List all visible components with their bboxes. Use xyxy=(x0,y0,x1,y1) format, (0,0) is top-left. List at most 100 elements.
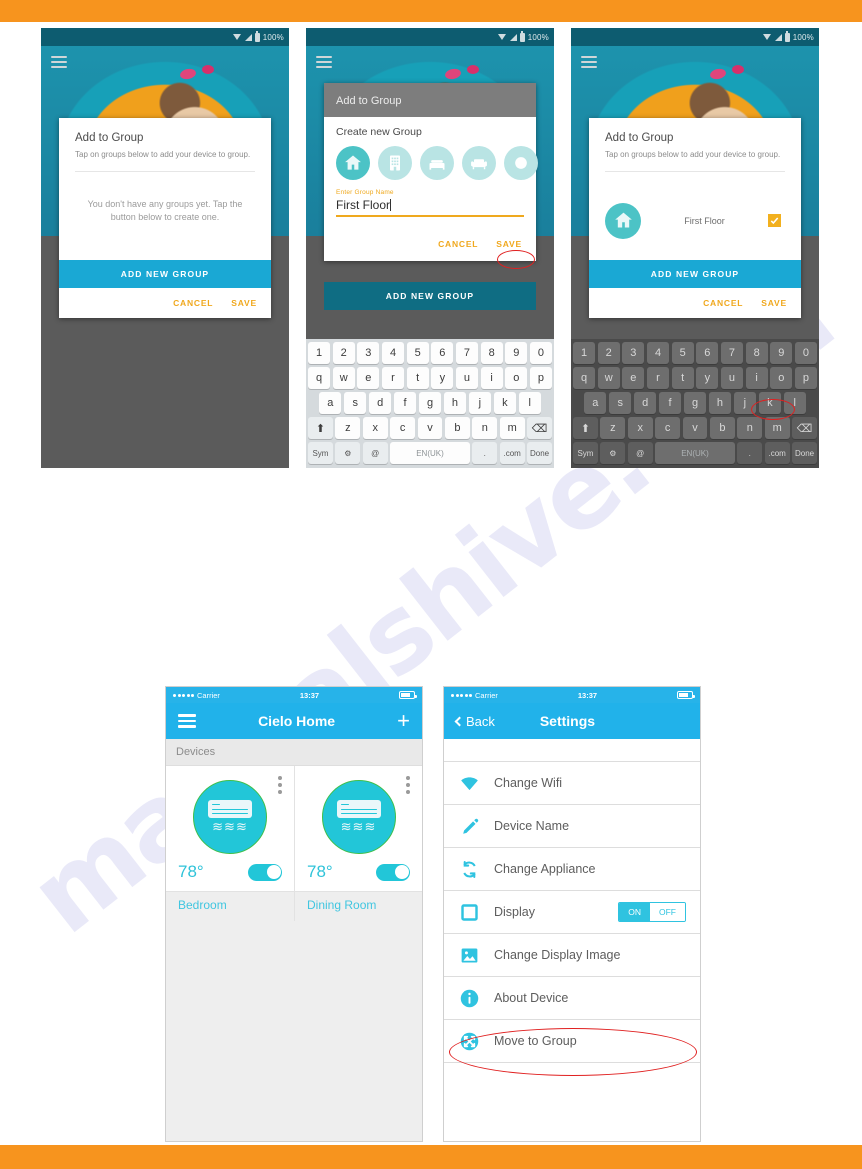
device-menu-icon-dining[interactable] xyxy=(406,776,410,794)
key-7[interactable]: 7 xyxy=(455,342,479,364)
menu-icon[interactable] xyxy=(178,714,196,728)
key-y[interactable]: y xyxy=(431,367,454,389)
key-e[interactable]: e xyxy=(357,367,380,389)
add-new-group-button-1[interactable]: ADD NEW GROUP xyxy=(59,259,271,288)
home-icon[interactable] xyxy=(336,146,370,180)
key-h[interactable]: h xyxy=(708,392,732,414)
key-t[interactable]: t xyxy=(406,367,429,389)
key-8[interactable]: 8 xyxy=(480,342,503,364)
shift-key[interactable]: ⬆ xyxy=(573,417,598,439)
done-key[interactable]: Done xyxy=(792,442,817,464)
key-z[interactable]: z xyxy=(335,417,361,439)
key-i[interactable]: i xyxy=(480,367,503,389)
toggle-off-option[interactable]: OFF xyxy=(650,903,685,921)
building-icon[interactable] xyxy=(378,146,412,180)
add-device-button[interactable]: + xyxy=(397,710,410,732)
period-key[interactable]: . xyxy=(737,442,763,464)
dotcom-key[interactable]: .com xyxy=(764,442,790,464)
key-t[interactable]: t xyxy=(671,367,694,389)
key-x[interactable]: x xyxy=(362,417,388,439)
key-u[interactable]: u xyxy=(455,367,479,389)
dotcom-key[interactable]: .com xyxy=(499,442,525,464)
menu-icon-1[interactable] xyxy=(51,56,67,68)
key-e[interactable]: e xyxy=(622,367,645,389)
key-n[interactable]: n xyxy=(737,417,763,439)
key-k[interactable]: k xyxy=(758,392,782,414)
key-d[interactable]: d xyxy=(633,392,657,414)
shift-key[interactable]: ⬆ xyxy=(308,417,333,439)
space-key[interactable]: EN(UK) xyxy=(390,442,470,464)
android-keyboard-2[interactable]: 1 2 3 4 5 6 7 8 9 0 q w e r t y u i o p … xyxy=(306,339,554,468)
key-3[interactable]: 3 xyxy=(622,342,645,364)
key-b[interactable]: b xyxy=(444,417,470,439)
key-6[interactable]: 6 xyxy=(431,342,454,364)
key-q[interactable]: q xyxy=(572,367,596,389)
save-button-3[interactable]: SAVE xyxy=(761,298,787,308)
key-6[interactable]: 6 xyxy=(696,342,719,364)
key-n[interactable]: n xyxy=(472,417,498,439)
toggle-on-option[interactable]: ON xyxy=(619,903,650,921)
key-f[interactable]: f xyxy=(658,392,682,414)
key-j[interactable]: j xyxy=(733,392,757,414)
key-2[interactable]: 2 xyxy=(332,342,355,364)
key-b[interactable]: b xyxy=(709,417,735,439)
key-m[interactable]: m xyxy=(499,417,525,439)
key-1[interactable]: 1 xyxy=(572,342,596,364)
key-p[interactable]: p xyxy=(794,367,818,389)
settings-item-change-display-image[interactable]: Change Display Image xyxy=(444,933,700,976)
key-8[interactable]: 8 xyxy=(745,342,768,364)
key-s[interactable]: s xyxy=(608,392,632,414)
cancel-button-1[interactable]: CANCEL xyxy=(173,298,213,308)
key-v[interactable]: v xyxy=(417,417,443,439)
add-new-group-button-2[interactable]: ADD NEW GROUP xyxy=(324,282,536,310)
key-k[interactable]: k xyxy=(493,392,517,414)
key-y[interactable]: y xyxy=(696,367,719,389)
sym-key[interactable]: Sym xyxy=(573,442,598,464)
key-9[interactable]: 9 xyxy=(770,342,793,364)
key-9[interactable]: 9 xyxy=(505,342,528,364)
key-p[interactable]: p xyxy=(529,367,553,389)
backspace-key[interactable]: ⌫ xyxy=(527,417,553,439)
key-0[interactable]: 0 xyxy=(529,342,553,364)
save-button-1[interactable]: SAVE xyxy=(231,298,257,308)
period-key[interactable]: . xyxy=(472,442,498,464)
key-q[interactable]: q xyxy=(307,367,331,389)
key-i[interactable]: i xyxy=(745,367,768,389)
key-j[interactable]: j xyxy=(468,392,492,414)
settings-item-change-appliance[interactable]: Change Appliance xyxy=(444,847,700,890)
key-4[interactable]: 4 xyxy=(646,342,670,364)
device-power-toggle-dining[interactable] xyxy=(376,863,410,881)
settings-item-change-wifi[interactable]: Change Wifi xyxy=(444,761,700,804)
key-d[interactable]: d xyxy=(368,392,392,414)
key-g[interactable]: g xyxy=(683,392,707,414)
key-c[interactable]: c xyxy=(655,417,681,439)
android-keyboard-3[interactable]: 1 2 3 4 5 6 7 8 9 0 q w e r t y u i o p … xyxy=(571,339,819,468)
add-new-group-button-3[interactable]: ADD NEW GROUP xyxy=(589,259,801,288)
at-key[interactable]: @ xyxy=(362,442,388,464)
save-button-2[interactable]: SAVE xyxy=(496,239,522,249)
key-4[interactable]: 4 xyxy=(381,342,405,364)
done-key[interactable]: Done xyxy=(527,442,552,464)
key-w[interactable]: w xyxy=(332,367,355,389)
back-button[interactable]: Back xyxy=(454,714,495,729)
key-s[interactable]: s xyxy=(343,392,367,414)
partial-icon[interactable] xyxy=(504,146,538,180)
key-g[interactable]: g xyxy=(418,392,442,414)
group-list-item[interactable]: First Floor xyxy=(589,172,801,260)
key-5[interactable]: 5 xyxy=(406,342,429,364)
key-x[interactable]: x xyxy=(627,417,653,439)
group-name-input[interactable]: First Floor xyxy=(336,196,524,215)
group-checkbox[interactable] xyxy=(768,214,781,228)
key-r[interactable]: r xyxy=(646,367,670,389)
key-o[interactable]: o xyxy=(505,367,528,389)
menu-icon-2[interactable] xyxy=(316,56,332,68)
display-toggle[interactable]: ON OFF xyxy=(618,902,686,922)
cancel-button-2[interactable]: CANCEL xyxy=(438,239,478,249)
device-power-toggle-bedroom[interactable] xyxy=(248,863,282,881)
key-0[interactable]: 0 xyxy=(794,342,818,364)
key-1[interactable]: 1 xyxy=(307,342,331,364)
settings-item-device-name[interactable]: Device Name xyxy=(444,804,700,847)
key-2[interactable]: 2 xyxy=(597,342,620,364)
settings-item-move-to-group[interactable]: Move to Group xyxy=(444,1019,700,1063)
device-menu-icon-bedroom[interactable] xyxy=(278,776,282,794)
